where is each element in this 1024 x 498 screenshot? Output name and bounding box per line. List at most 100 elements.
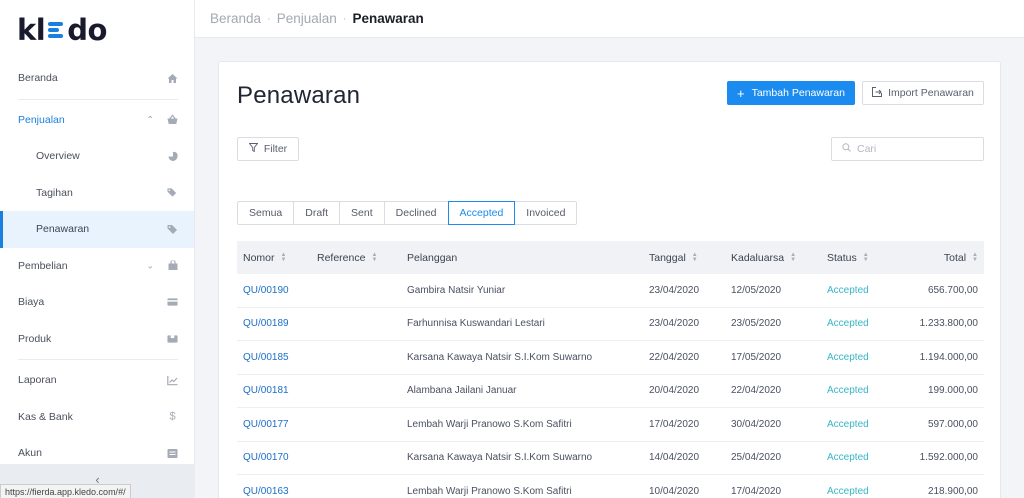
date-cell: 22/04/2020 [649,351,700,363]
import-icon [872,86,883,100]
date-cell: 14/04/2020 [649,452,700,464]
sidebar-item-overview[interactable]: Overview [0,138,194,175]
table-row[interactable]: QU/00170 Karsana Kawaya Natsir S.I.Kom S… [237,442,984,475]
expiry-cell: 17/04/2020 [731,485,782,497]
sidebar-item-label: Penjualan [18,113,65,126]
sidebar-item-laporan[interactable]: Laporan [0,362,194,399]
quote-number-link[interactable]: QU/00190 [243,285,289,296]
customer-cell: Karsana Kawaya Natsir S.I.Kom Suwarno [407,452,593,464]
search-box[interactable] [831,137,984,161]
sidebar-item-label: Penawaran [36,223,90,236]
status-cell: Accepted [827,284,869,296]
status-cell: Accepted [827,351,869,363]
customer-cell: Farhunnisa Kuswandari Lestari [407,318,545,330]
table-row[interactable]: QU/00163 Lembah Warji Pranowo S.Kom Safi… [237,475,984,498]
customer-cell: Lembah Warji Pranowo S.Kom Safitri [407,418,572,430]
date-cell: 17/04/2020 [649,418,700,430]
line-chart-icon [167,375,178,386]
breadcrumb-item-beranda[interactable]: Beranda [210,11,261,26]
total-cell: 597.000,00 [927,418,978,430]
quote-number-link[interactable]: QU/00181 [243,385,289,396]
table-row[interactable]: QU/00185 Karsana Kawaya Natsir S.I.Kom S… [237,341,984,375]
total-cell: 1.592.000,00 [919,452,978,464]
tab-declined[interactable]: Declined [383,201,449,225]
column-header-total[interactable]: Total ▲ ▼ [901,241,984,274]
expiry-cell: 30/04/2020 [731,418,782,430]
quote-number-link[interactable]: QU/00177 [243,419,289,430]
total-cell: 218.900,00 [927,485,978,497]
filter-icon [248,143,259,155]
column-header-tanggal[interactable]: Tanggal ▲ ▼ [643,241,725,274]
expiry-cell: 17/05/2020 [731,351,782,363]
filter-button[interactable]: Filter [237,137,299,161]
page-title: Penawaran [237,82,361,109]
column-header-pelanggan: Pelanggan [407,251,458,264]
breadcrumb-item-penjualan[interactable]: Penjualan [277,11,337,26]
quote-number-link[interactable]: QU/00163 [243,486,289,497]
sidebar-item-penjualan[interactable]: Penjualan ⌃ [0,102,194,139]
shopping-bag-icon [167,260,178,271]
sidebar-nav: Beranda Penjualan ⌃ Overview Tagihan Pen… [0,60,194,472]
quotes-table: Nomor ▲ ▼ Reference ▲ ▼ Pelanggan Tanggal ▲ ▼ … [237,241,984,498]
sidebar-item-tagihan[interactable]: Tagihan [0,175,194,212]
table-row[interactable]: QU/00189 Farhunnisa Kuswandari Lestari 2… [237,308,984,341]
tab-accepted[interactable]: Accepted [447,201,516,225]
sidebar-item-biaya[interactable]: Biaya [0,284,194,321]
breadcrumb-separator: · [267,12,271,25]
status-cell: Accepted [827,385,869,397]
total-cell: 656.700,00 [927,284,978,296]
column-header-status[interactable]: Status ▲ ▼ [821,241,901,274]
sidebar-item-penawaran[interactable]: Penawaran [0,211,194,248]
breadcrumb: Beranda · Penjualan · Penawaran [195,0,1024,38]
tab-invoiced[interactable]: Invoiced [514,201,578,225]
kledo-logo[interactable]: kl do [17,13,107,47]
nav-divider [18,98,178,100]
sidebar-item-beranda[interactable]: Beranda [0,60,194,97]
column-header-kadaluarsa[interactable]: Kadaluarsa ▲ ▼ [725,241,821,274]
column-header-reference[interactable]: Reference ▲ ▼ [311,241,401,274]
breadcrumb-separator: · [342,12,347,25]
sidebar-item-label: Pembelian [18,259,68,272]
tab-draft[interactable]: Draft [293,201,341,225]
sort-icon: ▲ ▼ [972,251,978,263]
sort-icon: ▲ ▼ [790,251,797,263]
table-row[interactable]: QU/00190 Gambira Natsir Yuniar 23/04/202… [237,274,984,308]
add-quote-button[interactable]: + Tambah Penawaran [727,81,855,105]
tab-sent[interactable]: Sent [339,201,385,225]
sidebar-item-pembelian[interactable]: Pembelian ⌄ [0,248,194,285]
sidebar-item-label: Biaya [18,296,45,309]
column-header-nomor[interactable]: Nomor ▲ ▼ [237,241,311,274]
import-quote-button[interactable]: Import Penawaran [862,81,984,105]
search-input[interactable] [857,143,977,155]
pie-chart-icon [167,151,178,162]
sidebar-item-label: Overview [36,150,80,163]
nav-divider [18,359,178,360]
sidebar-item-label: Beranda [18,72,58,85]
sidebar-item-label: Kas & Bank [18,410,73,423]
tab-semua[interactable]: Semua [237,201,295,225]
sidebar-item-kas-bank[interactable]: Kas & Bank $ [0,399,194,436]
sidebar-item-label: Tagihan [36,186,73,199]
date-cell: 23/04/2020 [649,318,700,330]
sidebar: kl do Beranda Penjualan ⌃ Overview Tagiha… [0,0,195,498]
quote-number-link[interactable]: QU/00189 [243,318,289,329]
sidebar-item-produk[interactable]: Produk [0,321,194,358]
dollar-icon: $ [169,410,176,423]
chevron-up-icon: ⌃ [146,114,154,125]
sort-icon: ▲ ▼ [691,251,698,263]
sort-icon: ▲ ▼ [862,251,869,263]
status-tabs: Semua Draft Sent Declined Accepted Invoi… [237,201,578,225]
quote-number-link[interactable]: QU/00185 [243,352,289,363]
sort-icon: ▲ ▼ [371,251,378,263]
table-row[interactable]: QU/00181 Alambana Jailani Januar 20/04/2… [237,375,984,408]
status-cell: Accepted [827,418,869,430]
quote-number-link[interactable]: QU/00170 [243,452,289,463]
plus-icon: + [737,85,745,101]
chevron-down-icon: ⌄ [146,260,154,271]
customer-cell: Gambira Natsir Yuniar [407,284,506,296]
table-row[interactable]: QU/00177 Lembah Warji Pranowo S.Kom Safi… [237,408,984,442]
date-cell: 23/04/2020 [649,284,700,296]
status-cell: Accepted [827,485,869,497]
sort-icon: ▲ ▼ [280,251,287,263]
customer-cell: Alambana Jailani Januar [407,385,517,397]
